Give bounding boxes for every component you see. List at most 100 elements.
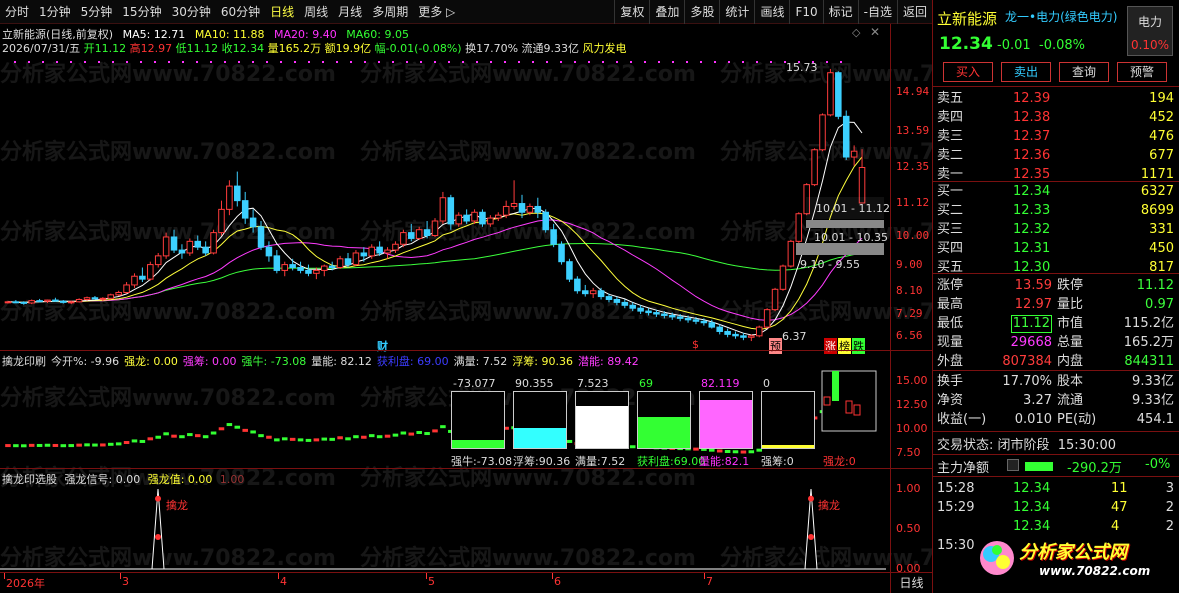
book-row[interactable]: 买二 12.33 8699: [933, 200, 1179, 221]
marker-dot: [294, 61, 296, 63]
candle: [510, 180, 518, 210]
indicator-box-fill: [452, 439, 504, 448]
candle-body: [518, 203, 526, 213]
period-tab-3[interactable]: 15分钟: [117, 0, 166, 24]
tool-button-6[interactable]: 标记: [822, 0, 858, 24]
indicator-box-title: 69: [639, 377, 653, 390]
stat-value: 3.27: [1023, 393, 1052, 408]
book-label: 买一: [937, 184, 964, 199]
date-tick: 3: [122, 575, 129, 588]
marker-dot: [238, 61, 240, 63]
indicator-1-tick: 15.00: [896, 374, 928, 388]
candle: [542, 209, 549, 233]
period-tab-9[interactable]: 多周期: [367, 0, 413, 24]
status-time: 15:30:00: [1057, 438, 1117, 453]
stat-key: 量比: [1057, 297, 1084, 312]
indicator-1-bar: [92, 443, 98, 447]
sector-box[interactable]: 电力 0.10%: [1127, 6, 1173, 56]
stat-value: 165.2万: [1123, 335, 1174, 350]
period-tab-2[interactable]: 5分钟: [76, 0, 118, 24]
candle-body: [384, 249, 391, 254]
book-row[interactable]: 卖三 12.37 476: [933, 126, 1179, 147]
status-label: 交易状态:: [937, 438, 994, 453]
candle: [241, 191, 249, 224]
book-row[interactable]: 卖四 12.38 452: [933, 107, 1179, 128]
stat-value: 17.70%: [1002, 374, 1052, 389]
candle: [589, 287, 597, 299]
book-row[interactable]: 卖五 12.39 194: [933, 88, 1179, 109]
tool-button-8[interactable]: 返回: [896, 0, 932, 24]
period-tab-10[interactable]: 更多 ▷: [413, 0, 460, 24]
period-tabs: 分时 1分钟 5分钟 15分钟 30分钟 60分钟 日线 周线 月线 多周期 更多 ▷: [0, 0, 460, 24]
candlestick-chart[interactable]: [0, 60, 890, 350]
trade-button-0[interactable]: 买入: [943, 62, 993, 82]
tick-price: 12.34: [1013, 500, 1051, 515]
book-price: 12.37: [1013, 129, 1051, 144]
flow-gear-icon[interactable]: [1007, 459, 1019, 471]
stats-row: 涨停 13.59 跌停 11.12: [933, 275, 1179, 296]
period-tab-7[interactable]: 周线: [299, 0, 333, 24]
candle-body: [668, 314, 676, 318]
ma10-line: [7, 156, 863, 330]
axis-tick: 13.59: [896, 124, 930, 138]
trade-button-2[interactable]: 查询: [1059, 62, 1109, 82]
candle-body: [589, 290, 597, 295]
marker-dot: [462, 61, 464, 63]
period-tab-0[interactable]: 分时: [0, 0, 34, 24]
candle: [748, 334, 755, 342]
flow-divider: [933, 454, 1179, 455]
indicator-1-bar: [52, 443, 59, 447]
tool-button-5[interactable]: F10: [789, 0, 822, 24]
marker-dot: [70, 61, 72, 63]
date-tick-line: [4, 573, 5, 579]
trade-button-3[interactable]: 预警: [1117, 62, 1167, 82]
candle: [597, 287, 605, 300]
book-row[interactable]: 买四 12.31 450: [933, 238, 1179, 259]
book-row[interactable]: 买一 12.34 6327: [933, 181, 1179, 202]
tool-button-3[interactable]: 统计: [719, 0, 754, 24]
candle-body: [313, 269, 320, 274]
sector-tag[interactable]: 龙一•电力(绿色电力): [1005, 8, 1117, 25]
stats2-row: 收益(一) 0.010 PE(动) 454.1: [933, 409, 1179, 430]
tool-button-2[interactable]: 多股: [684, 0, 719, 24]
candle: [621, 299, 629, 309]
indicator-1-bar: [629, 445, 636, 449]
indicator-1-chart[interactable]: [0, 351, 890, 467]
candle: [645, 308, 652, 316]
signal-point: [808, 495, 814, 502]
period-tab-4[interactable]: 30分钟: [167, 0, 216, 24]
stats-row: 最低 11.12 市值 115.2亿: [933, 313, 1179, 334]
stats-row: 外盘 807384 内盘 844311: [933, 351, 1179, 372]
candle-body: [621, 301, 629, 306]
indicator-box: [699, 391, 753, 449]
stat-value: 13.59: [1014, 278, 1052, 293]
indicator-1-bar: [368, 434, 375, 438]
marker-dot: [434, 61, 436, 63]
close-icon[interactable]: ✕: [870, 25, 880, 39]
tool-button-4[interactable]: 画线: [754, 0, 789, 24]
indicator-1-bar: [416, 430, 422, 434]
period-tab-5[interactable]: 60分钟: [216, 0, 265, 24]
period-tab-1[interactable]: 1分钟: [34, 0, 76, 24]
tool-button-0[interactable]: 复权: [614, 0, 649, 24]
candle-body: [779, 265, 787, 290]
trade-button-1[interactable]: 卖出: [1001, 62, 1051, 82]
candle: [455, 212, 462, 227]
candle: [234, 171, 241, 207]
period-tab-6[interactable]: 日线: [265, 0, 299, 24]
tool-button-1[interactable]: 叠加: [649, 0, 684, 24]
collapse-icon[interactable]: ◇: [852, 26, 860, 39]
signal-point: [155, 495, 161, 502]
book-row[interactable]: 卖二 12.36 677: [933, 145, 1179, 166]
indicator-box-title: 82.119: [701, 377, 740, 390]
book-price: 12.32: [1013, 222, 1051, 237]
indicator-2-chart[interactable]: [0, 469, 890, 571]
indicator-box-caption: 量能:82.1: [699, 455, 750, 468]
period-tab-8[interactable]: 月线: [333, 0, 367, 24]
period-button[interactable]: 日线: [890, 573, 932, 593]
candle-body: [661, 313, 668, 316]
indicator-panel-1: 擒龙印刷 今开%: -9.96 强龙: 0.00 强筹: 0.00 强牛: -73.08…: [0, 350, 932, 468]
tool-button-7[interactable]: -自选: [857, 0, 897, 24]
book-row[interactable]: 买三 12.32 331: [933, 219, 1179, 240]
candle-body: [748, 335, 755, 338]
